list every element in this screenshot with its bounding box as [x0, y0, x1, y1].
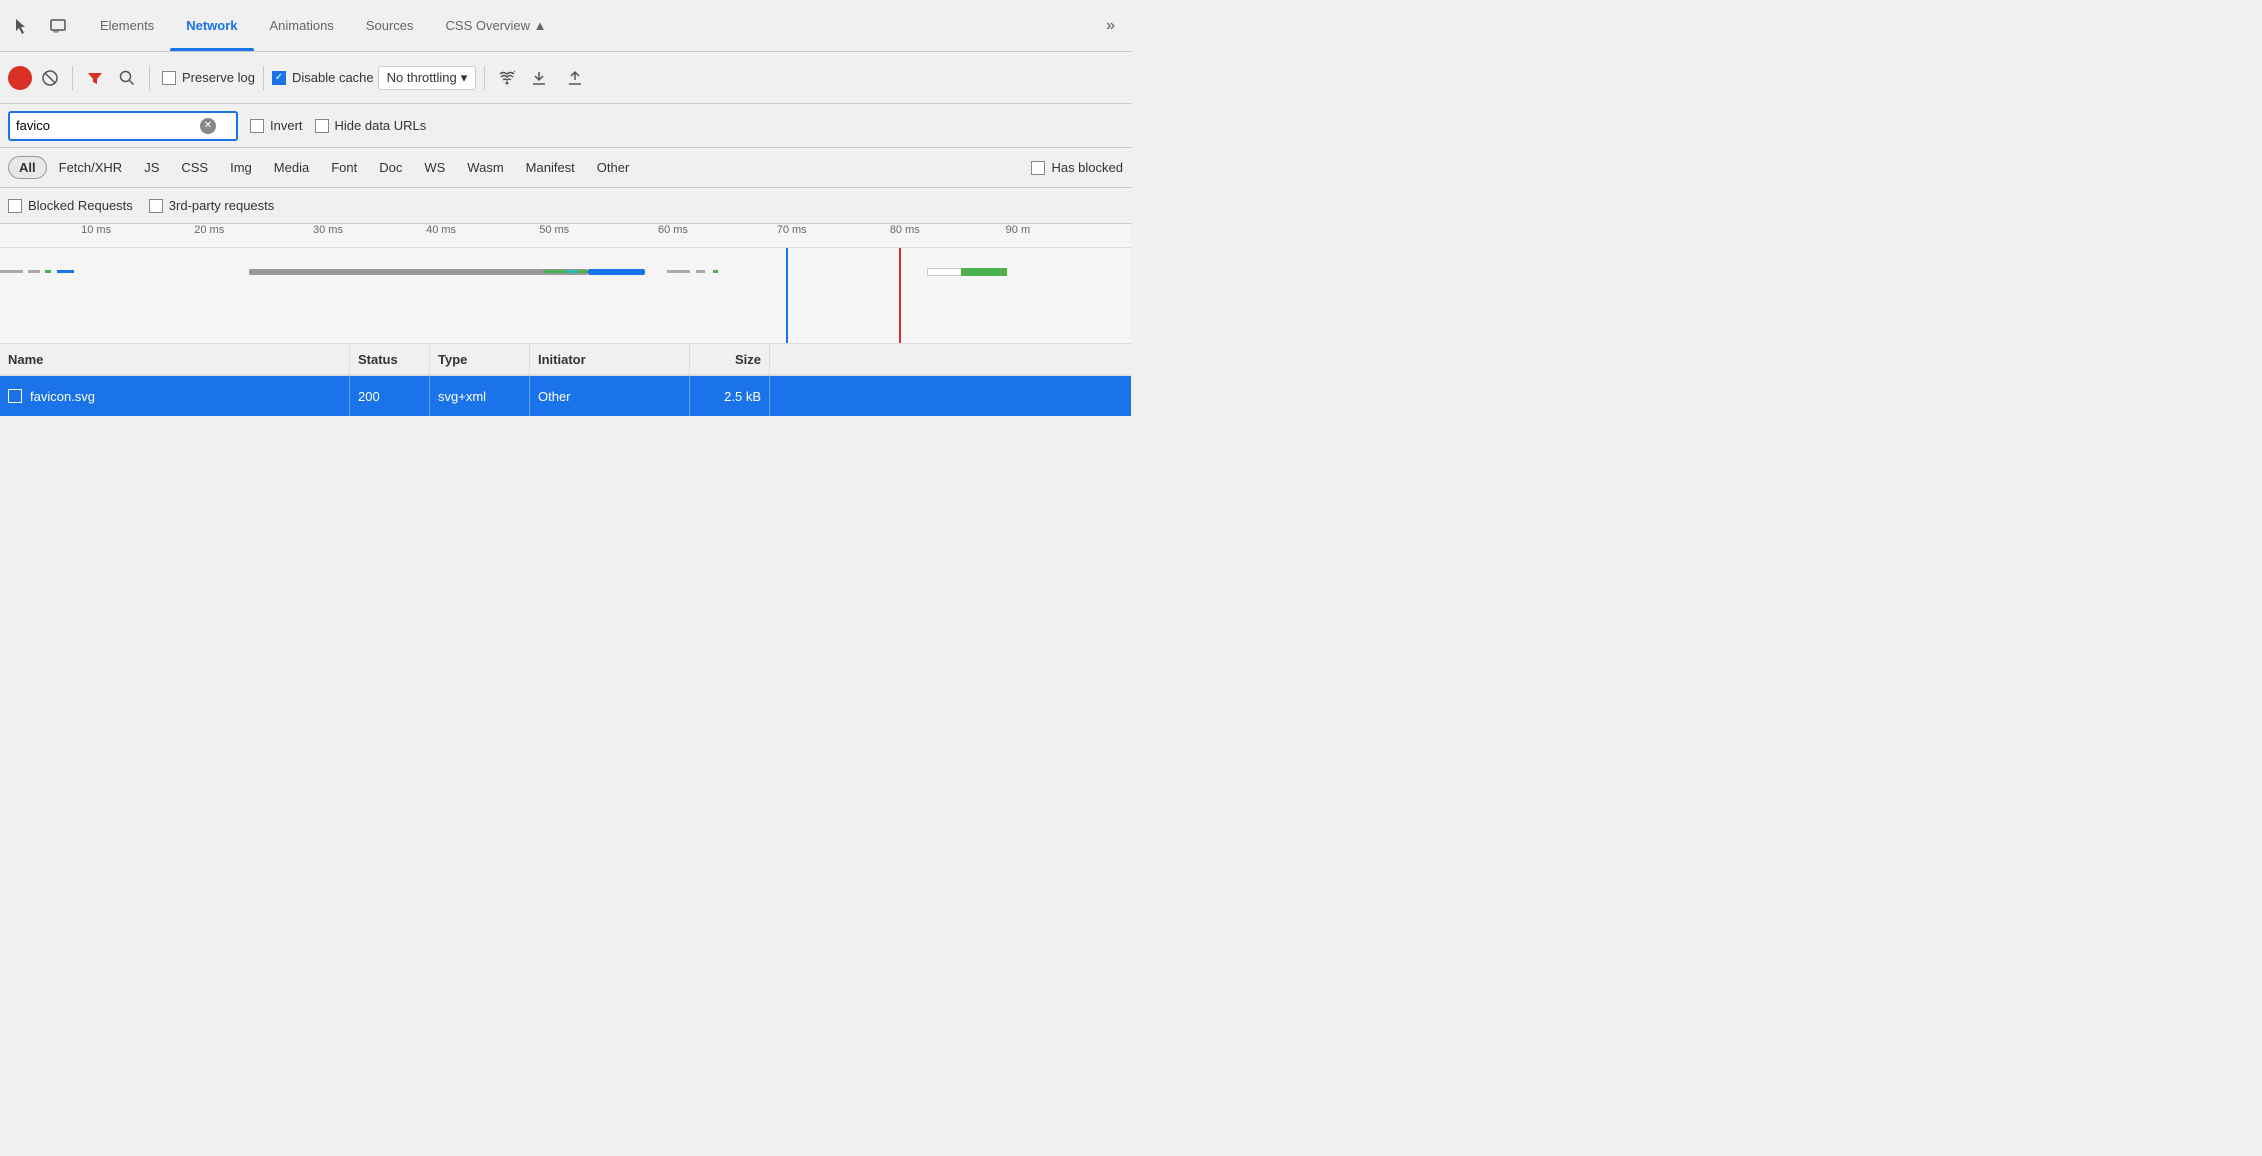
search-input[interactable] — [16, 118, 196, 133]
toolbar-divider-2 — [149, 66, 150, 90]
tab-bar: Elements Network Animations Sources CSS … — [0, 0, 1131, 52]
tl-bar-blue-1 — [57, 270, 74, 273]
type-filter-manifest[interactable]: Manifest — [516, 157, 585, 178]
clear-button[interactable] — [36, 64, 64, 92]
ruler-60ms: 60 ms — [658, 224, 688, 236]
tl-bar-gray-2 — [28, 270, 39, 273]
ruler-70ms: 70 ms — [777, 224, 807, 236]
load-line — [899, 248, 901, 344]
td-type: svg+xml — [430, 376, 530, 416]
td-name: favicon.svg — [0, 376, 350, 416]
invert-checkbox[interactable]: Invert — [250, 118, 303, 133]
filter-row: ✕ Invert Hide data URLs — [0, 104, 1131, 148]
disable-cache-checkbox[interactable]: Disable cache — [272, 70, 374, 85]
type-filter-bar: All Fetch/XHR JS CSS Img Media Font Doc … — [0, 148, 1131, 188]
tab-list: Elements Network Animations Sources CSS … — [84, 0, 1098, 51]
toolbar-divider-3 — [263, 66, 264, 90]
type-filter-js[interactable]: JS — [134, 157, 169, 178]
devtools-icons — [8, 12, 72, 40]
type-filter-other[interactable]: Other — [587, 157, 640, 178]
hide-data-urls-checkbox-box[interactable] — [315, 119, 329, 133]
toolbar-divider-1 — [72, 66, 73, 90]
tl-bar-green-1 — [45, 270, 51, 273]
import-export-buttons — [525, 64, 589, 92]
type-filter-img[interactable]: Img — [220, 157, 262, 178]
disable-cache-checkbox-box[interactable] — [272, 71, 286, 85]
inspect-icon[interactable] — [8, 12, 36, 40]
has-blocked-checkbox-box[interactable] — [1031, 161, 1045, 175]
col-header-type[interactable]: Type — [430, 344, 530, 374]
preserve-log-checkbox[interactable]: Preserve log — [162, 70, 255, 85]
tl-bar-green-far — [961, 268, 1006, 276]
preserve-log-checkbox-box[interactable] — [162, 71, 176, 85]
type-filter-doc[interactable]: Doc — [369, 157, 412, 178]
td-initiator: Other — [530, 376, 690, 416]
type-filter-all[interactable]: All — [8, 156, 47, 179]
col-header-initiator[interactable]: Initiator — [530, 344, 690, 374]
col-header-name[interactable]: Name — [0, 344, 350, 374]
more-tabs-button[interactable]: » — [1098, 17, 1123, 35]
blocked-requests-checkbox[interactable]: Blocked Requests — [8, 198, 133, 213]
type-filter-font[interactable]: Font — [321, 157, 367, 178]
network-toolbar: Preserve log Disable cache No throttling… — [0, 52, 1131, 104]
toolbar-divider-4 — [484, 66, 485, 90]
ruler-50ms: 50 ms — [539, 224, 569, 236]
tab-elements[interactable]: Elements — [84, 0, 170, 51]
import-button[interactable] — [525, 64, 553, 92]
ruler-10ms: 10 ms — [81, 224, 111, 236]
filter-button[interactable] — [81, 64, 109, 92]
third-party-checkbox-box[interactable] — [149, 199, 163, 213]
ruler-30ms: 30 ms — [313, 224, 343, 236]
col-header-size[interactable]: Size — [690, 344, 770, 374]
blocked-requests-row: Blocked Requests 3rd-party requests — [0, 188, 1131, 224]
search-box: ✕ — [8, 111, 238, 141]
type-filter-media[interactable]: Media — [264, 157, 319, 178]
ruler-40ms: 40 ms — [426, 224, 456, 236]
td-size: 2.5 kB — [690, 376, 770, 416]
ruler-80ms: 80 ms — [890, 224, 920, 236]
search-button[interactable] — [113, 64, 141, 92]
ruler-90ms: 90 m — [1006, 224, 1030, 236]
hide-data-urls-checkbox[interactable]: Hide data URLs — [315, 118, 427, 133]
timeline-ruler: 10 ms 20 ms 30 ms 40 ms 50 ms 60 ms 70 m… — [0, 224, 1131, 248]
type-filter-ws[interactable]: WS — [414, 157, 455, 178]
record-button[interactable] — [8, 66, 32, 90]
type-filter-css[interactable]: CSS — [171, 157, 218, 178]
timeline-content — [0, 248, 1131, 344]
has-blocked-area: Has blocked — [1031, 160, 1123, 175]
clear-search-button[interactable]: ✕ — [200, 118, 216, 134]
throttle-dropdown[interactable]: No throttling ▾ — [378, 66, 477, 90]
col-header-status[interactable]: Status — [350, 344, 430, 374]
ruler-20ms: 20 ms — [194, 224, 224, 236]
tab-network[interactable]: Network — [170, 0, 253, 51]
table-header: Name Status Type Initiator Size — [0, 344, 1131, 376]
td-status: 200 — [350, 376, 430, 416]
type-filter-wasm[interactable]: Wasm — [457, 157, 513, 178]
tl-bar-gray-1 — [0, 270, 23, 273]
domcontent-line — [786, 248, 788, 344]
invert-checkbox-box[interactable] — [250, 119, 264, 133]
tl-bar-blue-2 — [588, 269, 645, 275]
network-settings-icon[interactable] — [493, 64, 521, 92]
table-row[interactable]: favicon.svg 200 svg+xml Other 2.5 kB — [0, 376, 1131, 416]
tl-bar-green-right — [713, 270, 719, 273]
has-blocked-checkbox[interactable]: Has blocked — [1031, 160, 1123, 175]
tl-bar-teal — [566, 270, 577, 273]
tab-animations[interactable]: Animations — [254, 0, 350, 51]
third-party-checkbox[interactable]: 3rd-party requests — [149, 198, 275, 213]
timeline-area: 10 ms 20 ms 30 ms 40 ms 50 ms 60 ms 70 m… — [0, 224, 1131, 344]
tab-sources[interactable]: Sources — [350, 0, 430, 51]
blocked-requests-checkbox-box[interactable] — [8, 199, 22, 213]
file-checkbox-icon[interactable] — [8, 389, 22, 403]
tab-css-overview[interactable]: CSS Overview ▲ — [430, 0, 563, 51]
type-filter-fetch-xhr[interactable]: Fetch/XHR — [49, 157, 133, 178]
tl-bar-gray-long — [249, 269, 588, 275]
tl-bar-gray-right — [667, 270, 690, 273]
export-button[interactable] — [561, 64, 589, 92]
device-toggle-icon[interactable] — [44, 12, 72, 40]
preserve-log-area: Preserve log — [162, 70, 255, 85]
tl-bar-gray-right2 — [696, 270, 705, 273]
